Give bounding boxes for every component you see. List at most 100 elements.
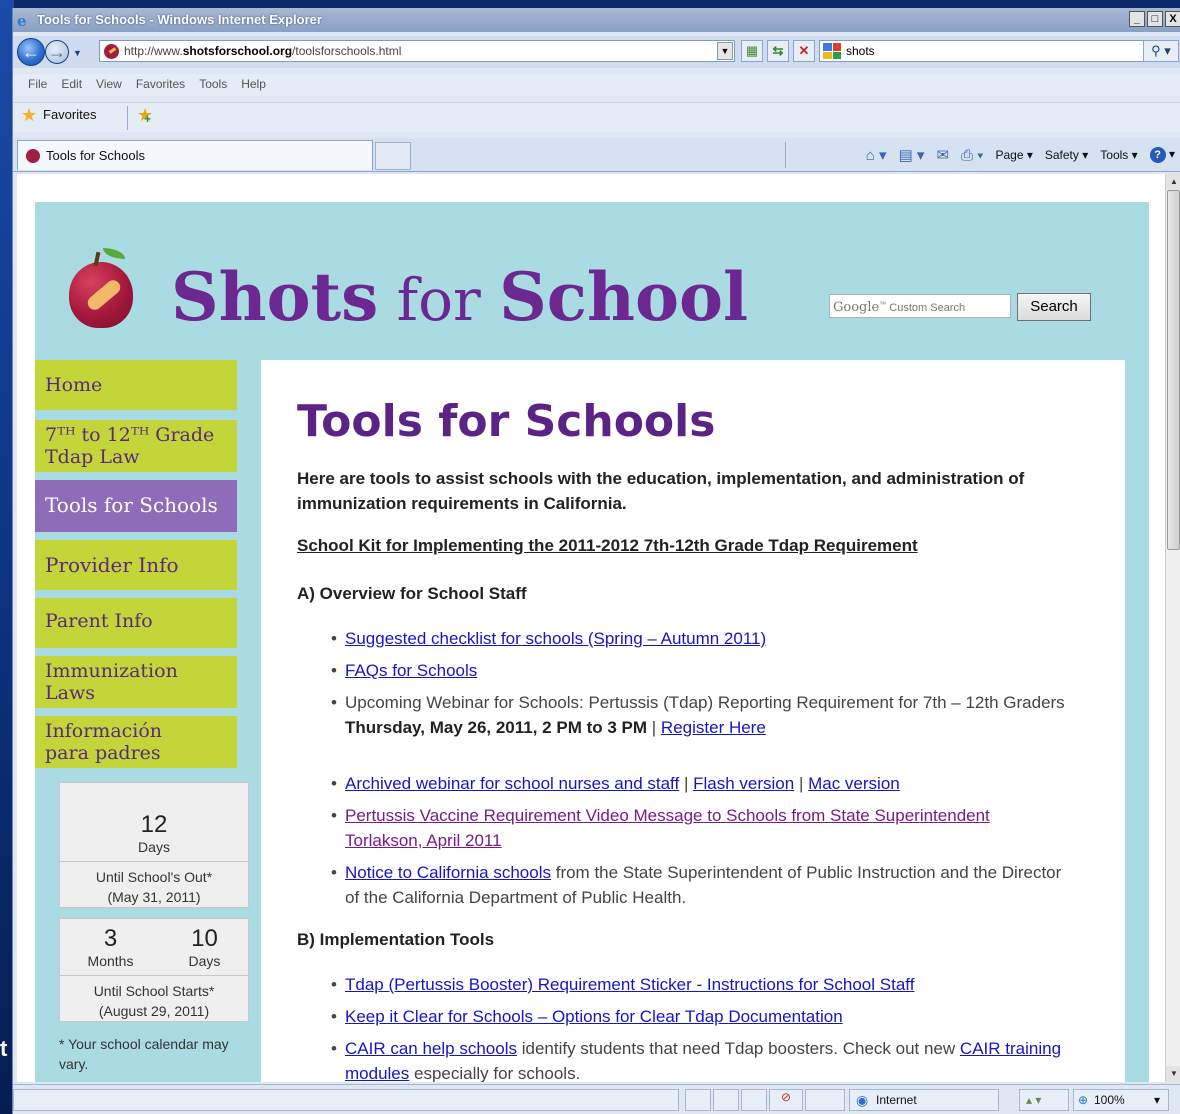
sidebar-item-immunization-laws[interactable]: Immunization Laws: [35, 656, 237, 708]
flash-version-link[interactable]: Flash version: [693, 774, 794, 793]
internet-globe-icon: ◉: [856, 1092, 869, 1108]
section-b-heading: B) Implementation Tools: [297, 930, 495, 949]
status-segment: [713, 1089, 739, 1111]
help-icon: ?: [1149, 147, 1166, 163]
url-path: /toolsforschools.html: [292, 44, 402, 58]
vertical-scrollbar[interactable]: ▲ ▼: [1165, 174, 1180, 1082]
register-link[interactable]: Register Here: [661, 718, 766, 737]
recent-pages-dropdown[interactable]: ▼: [73, 48, 82, 58]
address-bar[interactable]: http://www.shotsforschool.org/toolsforsc…: [99, 40, 735, 62]
mac-version-link[interactable]: Mac version: [808, 774, 900, 793]
countdown-days-number: 12: [140, 811, 168, 838]
tab-label: Tools for Schools: [46, 148, 145, 163]
archived-webinar-link[interactable]: Archived webinar for school nurses and s…: [345, 774, 679, 793]
list-item: • Pertussis Vaccine Requirement Video Mes…: [331, 806, 990, 850]
countdown-caption-date: (August 29, 2011): [98, 1003, 210, 1019]
video-message-link[interactable]: Pertussis Vaccine Requirement Video Mess…: [345, 806, 990, 850]
forward-button[interactable]: →: [45, 40, 69, 64]
zoom-dropdown-icon: ▾: [1154, 1093, 1161, 1107]
menu-edit[interactable]: Edit: [54, 74, 89, 96]
read-mail-icon[interactable]: ✉: [936, 146, 949, 164]
countdown-caption: Until School's Out* (May 31, 2011): [60, 861, 248, 913]
search-go-icon[interactable]: ⚲ ▾: [1143, 40, 1179, 62]
section-a-heading: A) Overview for School Staff: [297, 584, 527, 603]
sidebar-item-label: Home: [45, 374, 103, 396]
ie-logo-icon: e: [17, 12, 27, 30]
search-input[interactable]: shots: [819, 40, 1149, 62]
menu-file[interactable]: File: [21, 74, 54, 96]
site-search-input[interactable]: Google™ Custom Search: [829, 294, 1011, 318]
sidebar-item-parent-info[interactable]: Parent Info: [35, 598, 237, 648]
list-item: • FAQs for Schools: [331, 661, 478, 680]
minimize-button[interactable]: _: [1129, 11, 1145, 27]
privacy-icon[interactable]: ⊘: [769, 1089, 803, 1111]
help-button[interactable]: ? ▾: [1149, 147, 1175, 163]
sidebar-item-home[interactable]: Home: [35, 360, 237, 410]
zoom-level: 100%: [1094, 1093, 1125, 1107]
favorites-bar: ★ Favorites ★ +: [13, 102, 1180, 132]
countdown-months-number: 3: [103, 925, 118, 952]
security-zone[interactable]: ◉ Internet: [849, 1089, 999, 1111]
countdown-days-unit: Days: [188, 953, 221, 969]
page-title: Tools for Schools: [297, 396, 716, 447]
keep-it-clear-link[interactable]: Keep it Clear for Schools – Options for …: [345, 1007, 843, 1026]
address-dropdown-button[interactable]: ▼: [717, 42, 733, 60]
home-icon[interactable]: ⌂ ▾: [866, 146, 887, 164]
menu-view[interactable]: View: [89, 74, 129, 96]
countdown-days-number: 10: [191, 925, 218, 952]
new-tab-button[interactable]: [375, 142, 411, 170]
protected-mode-icon[interactable]: ▴ ▾: [1019, 1089, 1069, 1111]
webinar-text: Upcoming Webinar for Schools: Pertussis …: [345, 693, 1065, 712]
zoom-control[interactable]: ⊕ 100% ▾: [1073, 1089, 1169, 1111]
menu-help[interactable]: Help: [234, 74, 273, 96]
list-item: • Notice to California schools from the S…: [331, 863, 1062, 907]
scroll-up-icon[interactable]: ▲: [1166, 174, 1180, 190]
menu-favorites[interactable]: Favorites: [129, 74, 192, 96]
list-item: • Upcoming Webinar for Schools: Pertussis…: [331, 693, 1065, 737]
page-viewport: Shots for School Google™ Custom Search S…: [17, 174, 1165, 1082]
browser-window: e Tools for Schools - Windows Internet E…: [12, 8, 1180, 1114]
feeds-icon[interactable]: ▤ ▾: [899, 146, 925, 164]
sidebar-item-informacion[interactable]: Información para padres: [35, 716, 237, 768]
sidebar-item-label: Parent Info: [45, 610, 153, 632]
cair-link[interactable]: CAIR can help schools: [345, 1039, 517, 1058]
google-logo: Google: [833, 300, 880, 315]
list-item: • Keep it Clear for Schools – Options for…: [331, 1007, 843, 1026]
refresh-icon[interactable]: ⇆: [767, 40, 789, 62]
sidebar-item-tdap-law[interactable]: 7ᵀᴴ to 12ᵀᴴ Grade Tdap Law: [35, 420, 237, 472]
faqs-link[interactable]: FAQs for Schools: [345, 661, 477, 680]
title-bar: e Tools for Schools - Windows Internet E…: [13, 8, 1180, 32]
scrollbar-thumb[interactable]: [1167, 190, 1180, 550]
close-button[interactable]: X: [1165, 11, 1180, 27]
maximize-button[interactable]: □: [1147, 11, 1163, 27]
list-item: • Suggested checklist for schools (Spring…: [331, 629, 767, 648]
tools-menu[interactable]: Tools ▾: [1100, 148, 1137, 162]
countdown-months-unit: Months: [87, 953, 134, 969]
webinar-date: Thursday, May 26, 2011, 2 PM to 3 PM: [345, 718, 648, 737]
tab-tools-for-schools[interactable]: Tools for Schools: [17, 140, 373, 170]
site-logo[interactable]: Shots for School: [171, 264, 748, 333]
sidebar-item-label: Immunization: [45, 660, 178, 682]
logo-word-shots: Shots: [171, 258, 379, 336]
print-icon[interactable]: ⎙ ▾: [961, 147, 983, 164]
checklist-link[interactable]: Suggested checklist for schools (Spring …: [345, 629, 766, 648]
site-search-button[interactable]: Search: [1017, 293, 1091, 321]
sidebar-item-label: Tools for Schools: [45, 493, 218, 517]
menu-tools[interactable]: Tools: [192, 74, 234, 96]
stop-icon[interactable]: ✕: [793, 40, 815, 62]
scroll-down-icon[interactable]: ▼: [1166, 1066, 1180, 1082]
sidebar-item-label: Tdap Law: [45, 446, 140, 468]
countdown-school-out: 12 Days Until School's Out* (May 31, 201…: [59, 782, 249, 908]
sidebar-item-provider-info[interactable]: Provider Info: [35, 540, 237, 590]
sticker-link[interactable]: Tdap (Pertussis Booster) Requirement Sti…: [345, 975, 914, 994]
sidebar-item-tools-for-schools[interactable]: Tools for Schools: [35, 480, 237, 532]
list-item: • Archived webinar for school nurses and …: [331, 774, 900, 793]
notice-link[interactable]: Notice to California schools: [345, 863, 551, 882]
back-button[interactable]: ←: [17, 38, 45, 66]
compatibility-view-icon[interactable]: ▦: [741, 40, 763, 62]
favorites-button[interactable]: ★ Favorites: [21, 105, 96, 125]
add-to-favorites-icon[interactable]: ★ +: [137, 105, 153, 126]
menu-bar: File Edit View Favorites Tools Help: [13, 74, 1180, 96]
page-menu[interactable]: Page ▾: [995, 148, 1032, 162]
safety-menu[interactable]: Safety ▾: [1045, 148, 1088, 162]
